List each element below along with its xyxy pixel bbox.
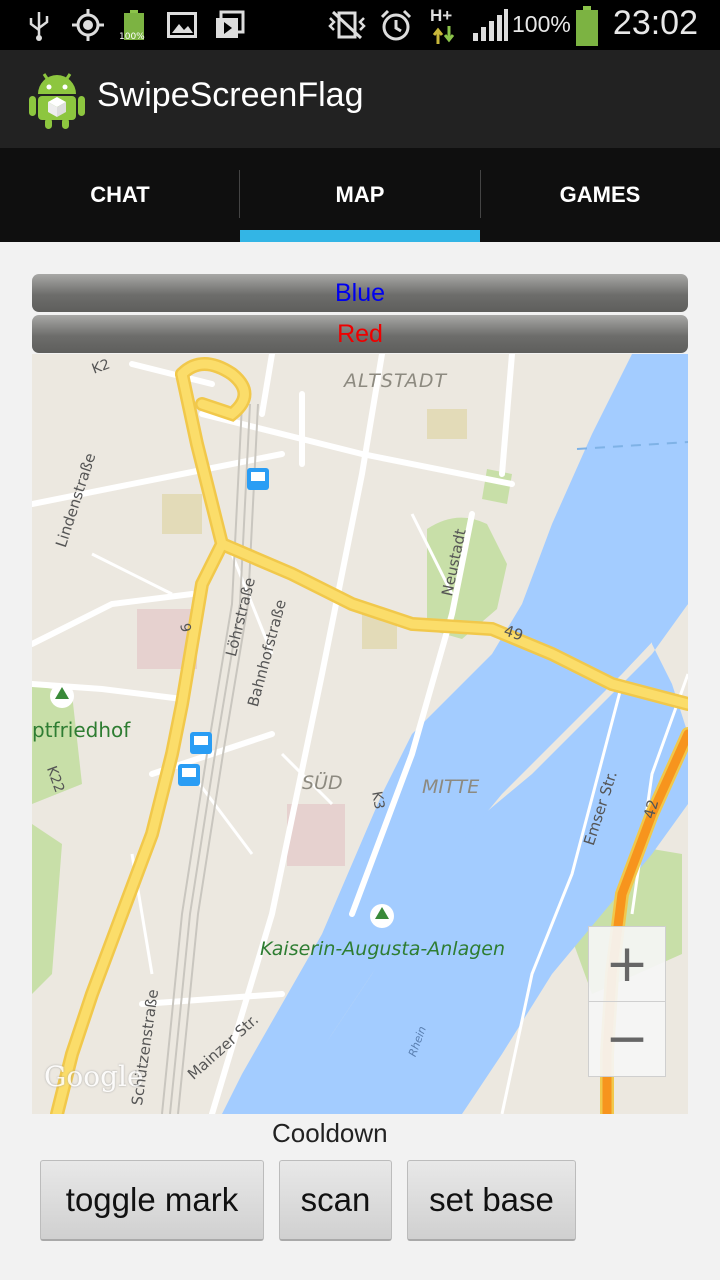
blue-team-button[interactable]: Blue	[32, 274, 688, 312]
tab-bar: CHAT MAP GAMES	[0, 148, 720, 242]
clock: 23:02	[612, 4, 698, 42]
gps-icon	[70, 8, 106, 42]
google-logo: Google	[44, 1060, 144, 1093]
scan-button[interactable]: scan	[279, 1160, 392, 1241]
map-label-k3: K3	[368, 790, 388, 811]
map-label-friedhof: ptfriedhof	[32, 718, 131, 742]
battery-level-icon	[574, 6, 600, 46]
action-bar: SwipeScreenFlag	[0, 50, 720, 148]
status-bar: 100% H+ 100% 23:02	[0, 0, 720, 50]
data-arrows-icon	[432, 26, 456, 44]
tab-selected-indicator	[240, 230, 480, 242]
map-label-mitte: MITTE	[422, 776, 480, 798]
alarm-icon	[378, 8, 414, 42]
usb-icon	[24, 8, 54, 42]
tab-chat[interactable]: CHAT	[0, 148, 240, 242]
cooldown-label: Cooldown	[272, 1118, 388, 1148]
vibrate-off-icon	[326, 8, 368, 42]
red-team-button[interactable]: Red	[32, 315, 688, 353]
battery-small-label: 100%	[119, 32, 145, 42]
app-title: SwipeScreenFlag	[97, 76, 364, 114]
map-view[interactable]: ALTSTADT SÜD MITTE Lindenstraße Löhrstra…	[32, 354, 688, 1114]
tab-games[interactable]: GAMES	[480, 148, 720, 242]
zoom-in-button[interactable]: +	[588, 926, 666, 1002]
signal-icon	[472, 8, 508, 42]
set-base-button[interactable]: set base	[407, 1160, 576, 1241]
zoom-out-button[interactable]: −	[588, 1001, 666, 1077]
network-type-label: H+	[430, 6, 453, 25]
map-label-kaiserin: Kaiserin-Augusta-Anlagen	[260, 938, 506, 960]
battery-percent: 100%	[512, 11, 571, 37]
map-label-sued: SÜD	[302, 772, 343, 794]
gallery-icon	[166, 8, 198, 42]
map-label-altstadt: ALTSTADT	[344, 370, 448, 392]
android-icon[interactable]	[28, 68, 86, 130]
video-icon	[214, 8, 246, 42]
toggle-mark-button[interactable]: toggle mark	[40, 1160, 264, 1241]
tab-map[interactable]: MAP	[240, 148, 480, 242]
